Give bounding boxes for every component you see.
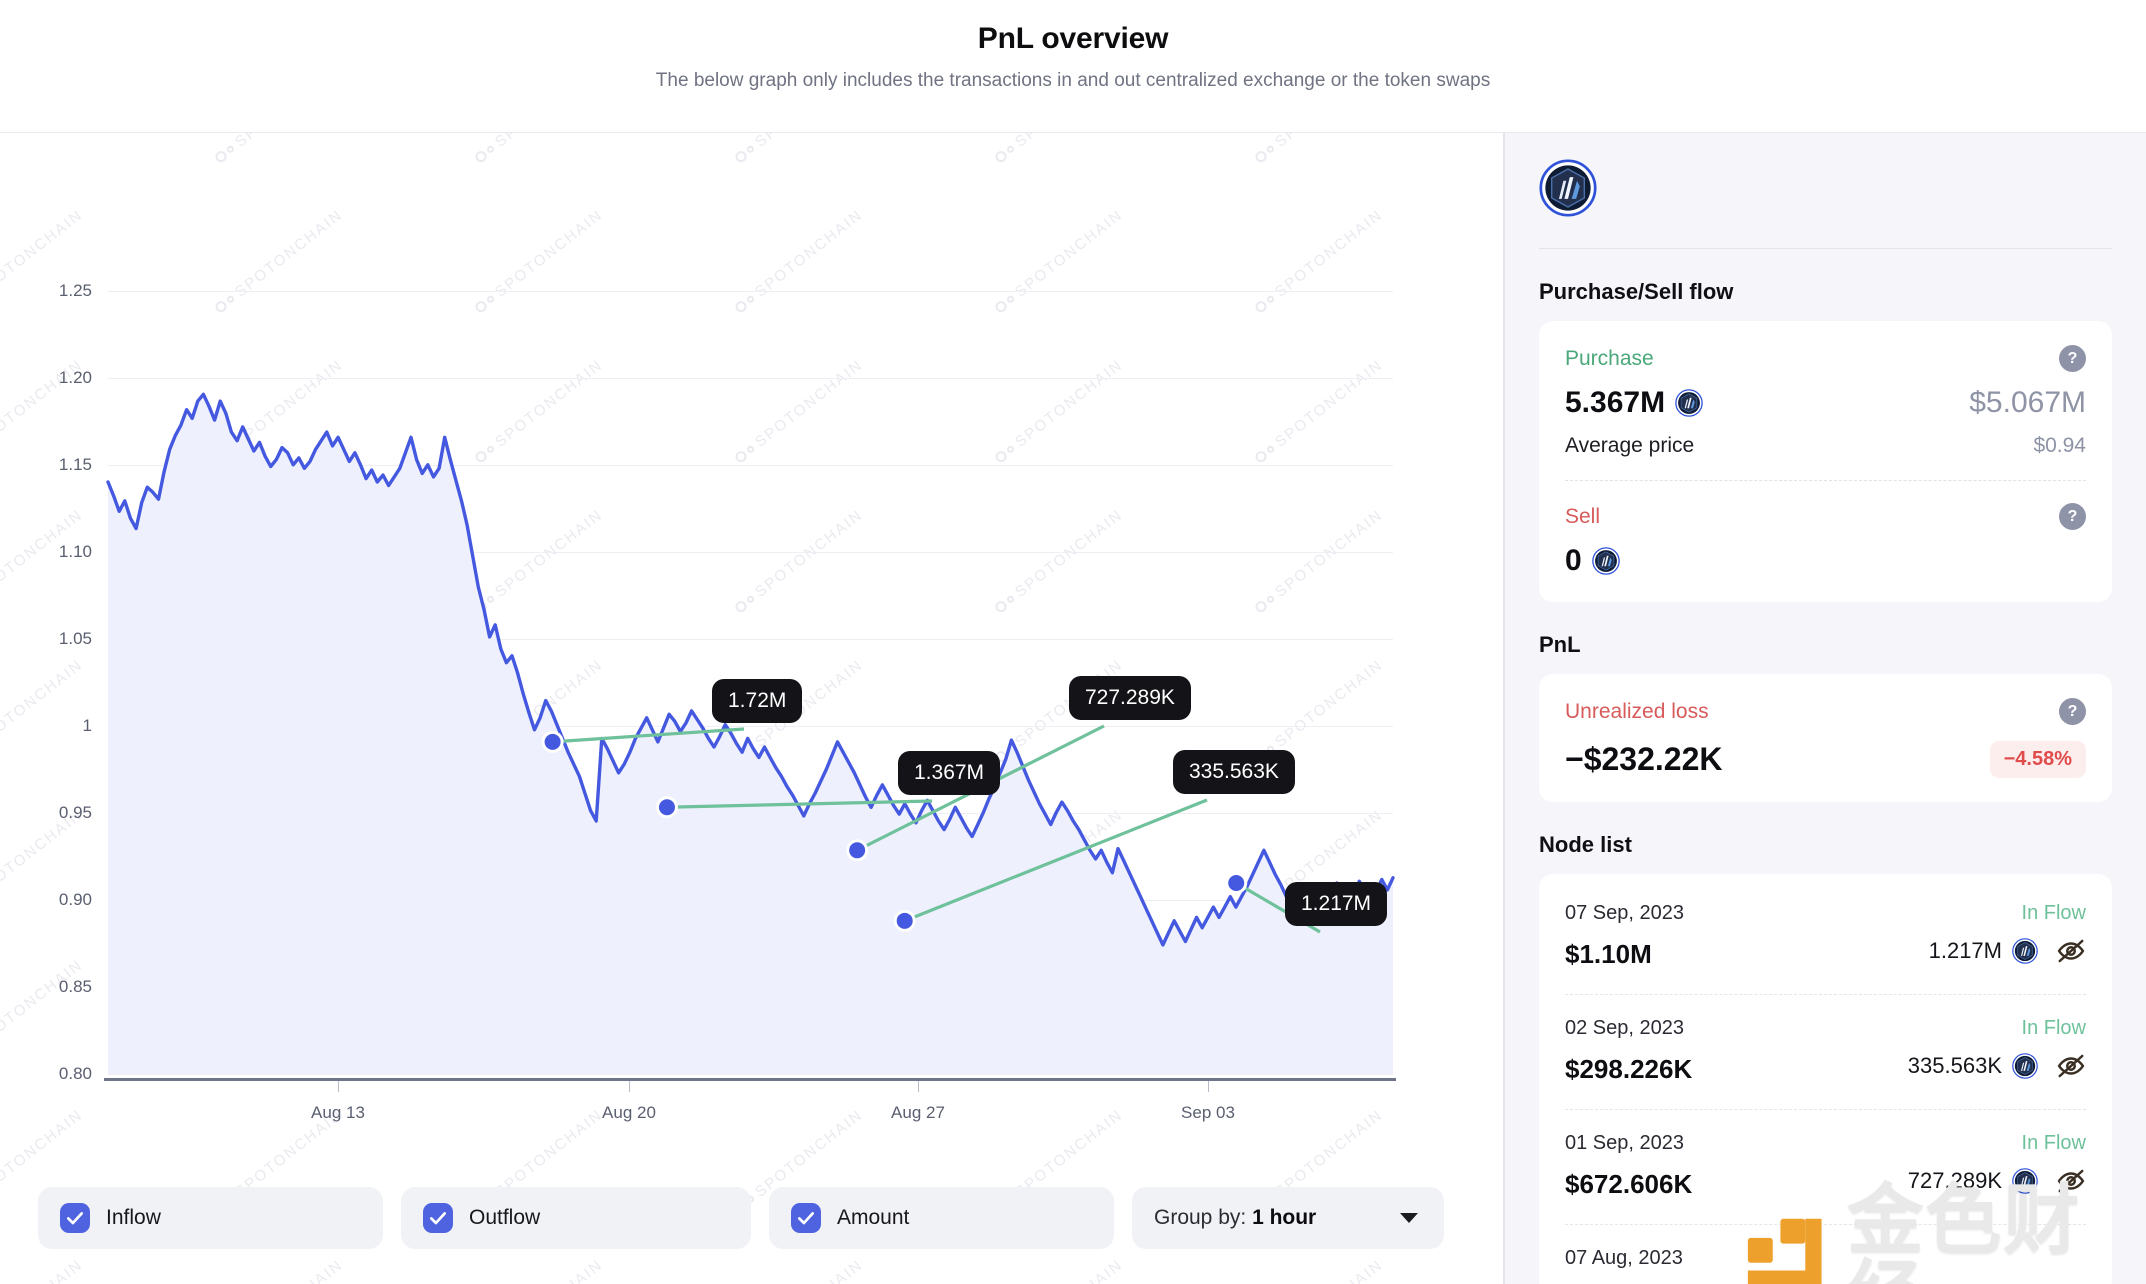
sidebar-divider (1539, 248, 2112, 249)
pnl-card: Unrealized loss ? −$232.22K −4.58% (1539, 674, 2112, 802)
help-icon[interactable]: ? (2059, 503, 2086, 530)
annotation-marker-dot[interactable] (1228, 874, 1245, 891)
inflow-toggle[interactable]: Inflow (38, 1186, 383, 1249)
amount-label: Amount (837, 1205, 910, 1229)
annotation-connector-line (552, 727, 745, 744)
annotation-connector-line (904, 798, 1208, 923)
node-list-card: 07 Sep, 2023 In Flow $1.10M 1.217M 02 Se… (1539, 874, 2112, 1284)
node-flow-type: In Flow (2021, 902, 2086, 924)
purchase-label: Purchase (1565, 346, 1654, 370)
chart-annotation[interactable]: 335.563K (1173, 750, 1295, 794)
pnl-percent-badge: −4.58% (1989, 741, 2086, 778)
chart-pane: SPOTONCHAIN SPOTONCHAIN SPOTONCHAIN SPOTONC… (0, 133, 1503, 1284)
hide-eye-icon[interactable] (2056, 1051, 2086, 1081)
group-by-value: 1 hour (1252, 1205, 1317, 1229)
node-usd-value: $672.606K (1565, 1169, 1693, 1199)
purchase-sell-section-title: Purchase/Sell flow (1539, 279, 1734, 304)
annotation-marker-dot[interactable] (849, 842, 866, 859)
outflow-checkbox[interactable] (423, 1202, 453, 1233)
node-token-amount: 1.217M (1929, 938, 2038, 964)
average-price-value: $0.94 (2033, 434, 2086, 457)
node-date: 01 Sep, 2023 (1565, 1132, 1684, 1154)
node-date: 07 Aug, 2023 (1565, 1247, 1683, 1269)
average-price-label: Average price (1565, 434, 1695, 457)
amount-toggle[interactable]: Amount (769, 1186, 1114, 1249)
page-header: PnL overview The below graph only includ… (0, 0, 2146, 133)
outflow-label: Outflow (469, 1205, 541, 1229)
annotation-connector-line (666, 799, 933, 809)
sell-label: Sell (1565, 504, 1601, 528)
token-logo-icon (2012, 1052, 2038, 1079)
chart-annotation[interactable]: 1.72M (712, 679, 803, 723)
pnl-value: −$232.22K (1565, 741, 1723, 777)
page-subtitle: The below graph only includes the transa… (655, 70, 1491, 91)
inflow-checkbox[interactable] (60, 1202, 90, 1233)
help-icon[interactable]: ? (2059, 345, 2086, 372)
inflow-label: Inflow (106, 1205, 161, 1229)
page-title: PnL overview (977, 22, 1169, 55)
check-icon (430, 1211, 446, 1224)
group-by-dropdown[interactable]: Group by: 1 hour (1132, 1186, 1444, 1249)
node-list-item[interactable]: 01 Sep, 2023 In Flow $672.606K 727.289K (1565, 1109, 2086, 1224)
group-by-text: Group by: 1 hour (1154, 1206, 1316, 1230)
chart-controls: Inflow Outflow Amount Group by: 1 hour (0, 1151, 1503, 1284)
node-list-section-title: Node list (1539, 832, 1632, 857)
sell-amount-text: 0 (1565, 544, 1582, 577)
node-token-amount-text: 727.289K (1907, 1167, 2002, 1193)
chart-annotation[interactable]: 1.367M (898, 751, 1001, 795)
node-list-item[interactable]: 07 Aug, 2023 (1565, 1224, 2086, 1284)
outflow-toggle[interactable]: Outflow (401, 1186, 751, 1249)
purchase-usd-value: $5.067M (1969, 386, 2086, 419)
node-usd-value: $1.10M (1565, 939, 1652, 969)
node-date: 07 Sep, 2023 (1565, 902, 1684, 924)
token-logo-icon (2012, 937, 2038, 964)
node-list-item[interactable]: 07 Sep, 2023 In Flow $1.10M 1.217M (1565, 880, 2086, 994)
node-token-amount: 335.563K (1908, 1053, 2038, 1079)
chevron-down-icon[interactable] (1400, 1212, 1418, 1223)
purchase-amount-value: 5.367M (1565, 386, 1703, 420)
details-sidebar: Purchase/Sell flow Purchase ? 5.367M $5.… (1505, 133, 2146, 1284)
node-usd-value: $298.226K (1565, 1054, 1693, 1084)
pnl-section-title: PnL (1539, 632, 1581, 657)
card-divider (1565, 480, 2086, 481)
token-logo-icon (1539, 159, 1597, 217)
price-chart[interactable]: 1.25 1.20 1.15 1.10 1.05 1 0.95 0.90 0.8… (0, 133, 1503, 1284)
unrealized-loss-label: Unrealized loss (1565, 699, 1709, 723)
help-icon[interactable]: ? (2059, 698, 2086, 725)
amount-checkbox[interactable] (791, 1202, 821, 1233)
purchase-amount-text: 5.367M (1565, 386, 1666, 419)
pnl-overview-page: PnL overview The below graph only includ… (0, 0, 2146, 1284)
group-by-prefix: Group by: (1154, 1205, 1247, 1229)
node-date: 02 Sep, 2023 (1565, 1017, 1684, 1039)
node-token-amount-text: 335.563K (1907, 1052, 2002, 1078)
annotation-marker-dot[interactable] (658, 799, 675, 816)
purchase-sell-card: Purchase ? 5.367M $5.067M Average price … (1539, 321, 2112, 602)
node-token-amount-text: 1.217M (1928, 937, 2002, 963)
token-logo-icon (1675, 389, 1703, 417)
node-list-item[interactable]: 02 Sep, 2023 In Flow $298.226K 335.563K (1565, 994, 2086, 1109)
annotation-marker-dot[interactable] (896, 912, 913, 929)
chart-annotation[interactable]: 1.217M (1285, 882, 1388, 926)
chart-annotation[interactable]: 727.289K (1069, 676, 1191, 720)
node-flow-type: In Flow (2021, 1017, 2086, 1039)
token-logo-icon (2012, 1167, 2038, 1194)
hide-eye-icon[interactable] (2056, 1166, 2086, 1196)
node-token-amount: 727.289K (1908, 1168, 2038, 1194)
check-icon (67, 1211, 83, 1224)
token-logo-icon (1591, 547, 1620, 575)
sell-amount-value: 0 (1565, 544, 2086, 578)
annotation-marker-dot[interactable] (544, 733, 561, 750)
hide-eye-icon[interactable] (2056, 936, 2086, 966)
check-icon (798, 1211, 814, 1224)
node-flow-type: In Flow (2021, 1132, 2086, 1154)
